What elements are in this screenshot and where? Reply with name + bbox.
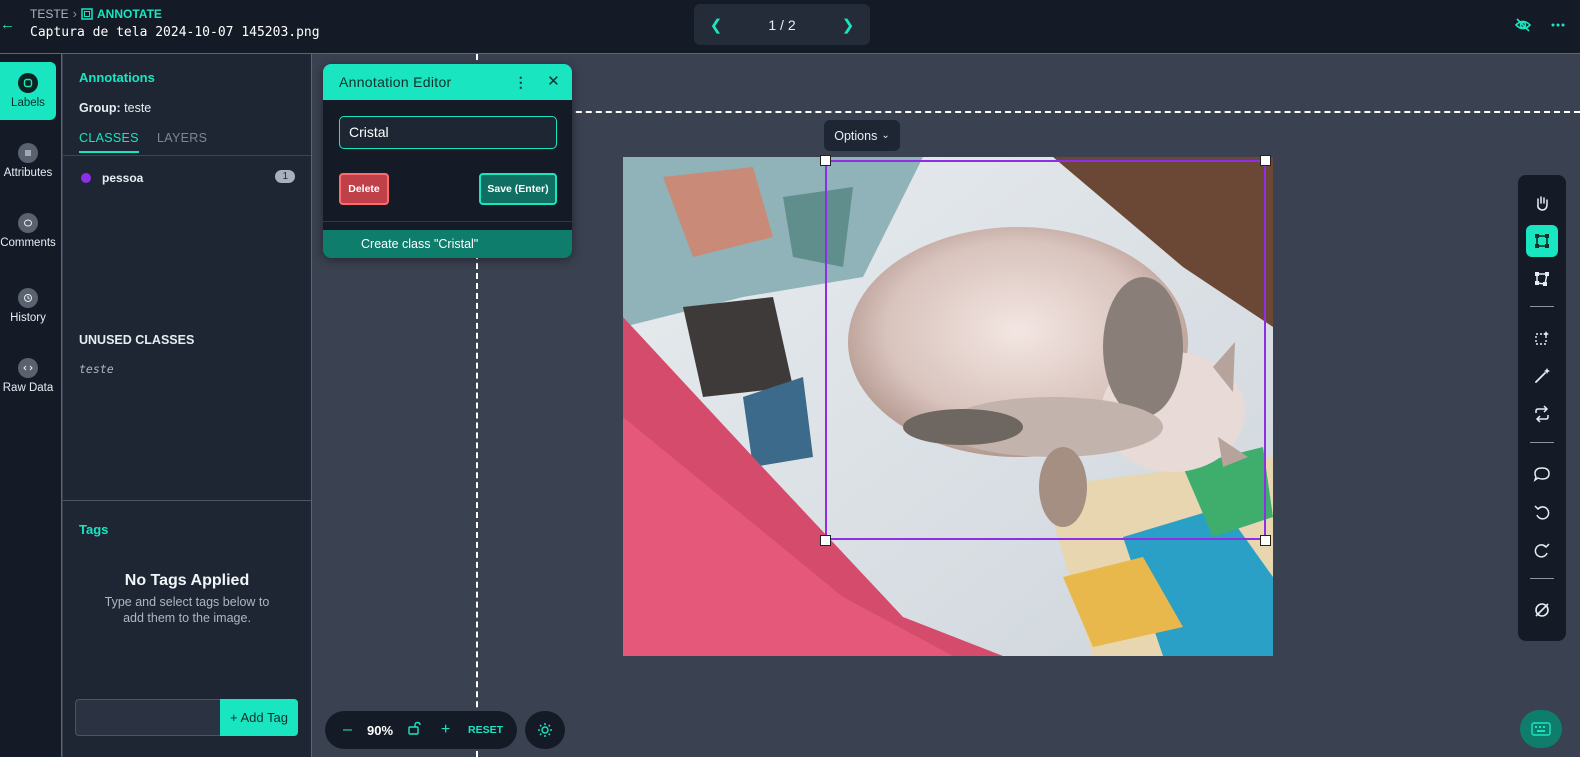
left-rail: Labels Attributes Comments History Raw D…	[0, 54, 62, 757]
rail-item-label: Comments	[0, 237, 56, 249]
box-handle-bottom-right[interactable]	[1260, 535, 1271, 546]
group-label: Group:	[79, 101, 121, 115]
class-item[interactable]: pessoa 1	[81, 170, 295, 185]
next-image-icon[interactable]: ❯	[840, 16, 856, 34]
hide-annotations-icon[interactable]	[1513, 15, 1533, 35]
editor-header: Annotation Editor ⋮ ✕	[323, 64, 572, 100]
options-button[interactable]: Options ⌄	[824, 120, 900, 151]
box-handle-top-left[interactable]	[820, 155, 831, 166]
redo-icon[interactable]	[1526, 534, 1558, 566]
editor-menu-icon[interactable]: ⋮	[514, 74, 528, 91]
create-class-option[interactable]: Create class "Cristal"	[323, 230, 572, 258]
comment-tool-icon[interactable]	[1526, 458, 1558, 490]
options-label: Options	[834, 128, 878, 143]
rail-item-label: Labels	[11, 97, 45, 109]
tags-title: Tags	[79, 522, 109, 537]
panel-divider	[63, 500, 311, 501]
tag-input[interactable]	[75, 699, 221, 736]
no-tags-title: No Tags Applied	[124, 572, 250, 589]
annotate-icon	[81, 7, 93, 20]
zoom-in-icon[interactable]: +	[441, 721, 450, 739]
unused-class-item[interactable]: teste	[79, 362, 114, 376]
reset-zoom-button[interactable]: RESET	[468, 724, 503, 736]
tool-separator	[1530, 442, 1554, 443]
delete-button[interactable]: Delete	[339, 173, 389, 205]
box-handle-top-right[interactable]	[1260, 155, 1271, 166]
rail-item-history[interactable]: History	[0, 277, 56, 335]
list-icon	[18, 143, 38, 163]
rail-item-labels[interactable]: Labels	[0, 62, 56, 120]
unused-classes-title: UNUSED CLASSES	[79, 333, 195, 347]
rail-item-comments[interactable]: Comments	[0, 202, 56, 260]
class-color-dot	[81, 173, 91, 183]
annotation-editor-dialog: Annotation Editor ⋮ ✕ Cristal Delete Sav…	[323, 64, 572, 258]
close-icon[interactable]: ✕	[547, 72, 560, 90]
box-handle-bottom-left[interactable]	[820, 535, 831, 546]
class-name-input[interactable]: Cristal	[339, 116, 557, 149]
bounding-box-pessoa[interactable]	[825, 160, 1266, 540]
rail-item-label: Raw Data	[2, 382, 54, 394]
breadcrumb: TESTE › ANNOTATE	[30, 6, 162, 21]
tool-palette	[1518, 175, 1566, 641]
breadcrumb-project[interactable]: TESTE	[30, 7, 69, 21]
tag-icon	[18, 73, 38, 93]
tab-classes[interactable]: CLASSES	[79, 131, 139, 153]
zoom-controls: – 90% + RESET	[325, 711, 517, 749]
bounding-box-tool-icon[interactable]	[1526, 225, 1558, 257]
keyboard-icon[interactable]	[1520, 710, 1562, 748]
rail-item-raw-data[interactable]: Raw Data	[0, 347, 56, 405]
repeat-icon[interactable]	[1526, 398, 1558, 430]
top-bar: ← TESTE › ANNOTATE Captura de tela 2024-…	[0, 0, 1580, 54]
back-arrow-icon[interactable]: ←	[0, 14, 15, 36]
class-name: pessoa	[102, 171, 144, 185]
smart-select-icon[interactable]	[1526, 322, 1558, 354]
rail-item-label: Attributes	[3, 167, 53, 179]
breadcrumb-separator-icon: ›	[72, 6, 78, 21]
add-tag-button[interactable]: + Add Tag	[220, 699, 298, 736]
no-tags-subtitle: Type and select tags below to add them t…	[104, 595, 270, 625]
comment-icon	[18, 213, 38, 233]
pan-hand-icon[interactable]	[1526, 187, 1558, 219]
history-icon	[18, 288, 38, 308]
panel-title: Annotations	[79, 70, 155, 85]
group-value: teste	[124, 101, 152, 115]
panel-tabs: CLASSES LAYERS	[63, 124, 311, 156]
annotations-panel: Annotations Group: teste CLASSES LAYERS …	[63, 54, 312, 757]
breadcrumb-mode: ANNOTATE	[81, 7, 162, 21]
zoom-level: 90%	[367, 722, 394, 738]
more-menu-icon[interactable]	[1548, 15, 1568, 35]
rail-item-attributes[interactable]: Attributes	[0, 132, 56, 190]
tool-separator	[1530, 578, 1554, 579]
editor-divider	[323, 221, 572, 222]
image-pager: ❮ 1 / 2 ❯	[694, 4, 870, 45]
breadcrumb-mode-label: ANNOTATE	[97, 6, 162, 21]
group-info: Group: teste	[79, 101, 151, 115]
undo-icon[interactable]	[1526, 496, 1558, 528]
brightness-icon[interactable]	[525, 711, 565, 749]
tool-separator	[1530, 306, 1554, 307]
save-button[interactable]: Save (Enter)	[479, 173, 557, 205]
pager-count: 1 / 2	[768, 16, 796, 33]
clear-annotations-icon[interactable]	[1526, 594, 1558, 626]
prev-image-icon[interactable]: ❮	[708, 16, 724, 34]
file-name: Captura de tela 2024-10-07 145203.png	[30, 25, 320, 40]
rail-item-label: History	[10, 312, 46, 324]
editor-title: Annotation Editor	[339, 74, 452, 90]
unlock-icon[interactable]	[407, 721, 421, 738]
horizontal-guide-line	[476, 111, 1580, 113]
tab-layers[interactable]: LAYERS	[157, 131, 207, 145]
zoom-out-icon[interactable]: –	[343, 721, 352, 739]
no-tags-message: No Tags Applied Type and select tags bel…	[63, 572, 311, 626]
chevron-down-icon: ⌄	[881, 130, 890, 141]
code-icon	[18, 358, 38, 378]
polygon-tool-icon[interactable]	[1526, 263, 1558, 295]
class-count-badge: 1	[275, 170, 295, 183]
magic-wand-icon[interactable]	[1526, 360, 1558, 392]
